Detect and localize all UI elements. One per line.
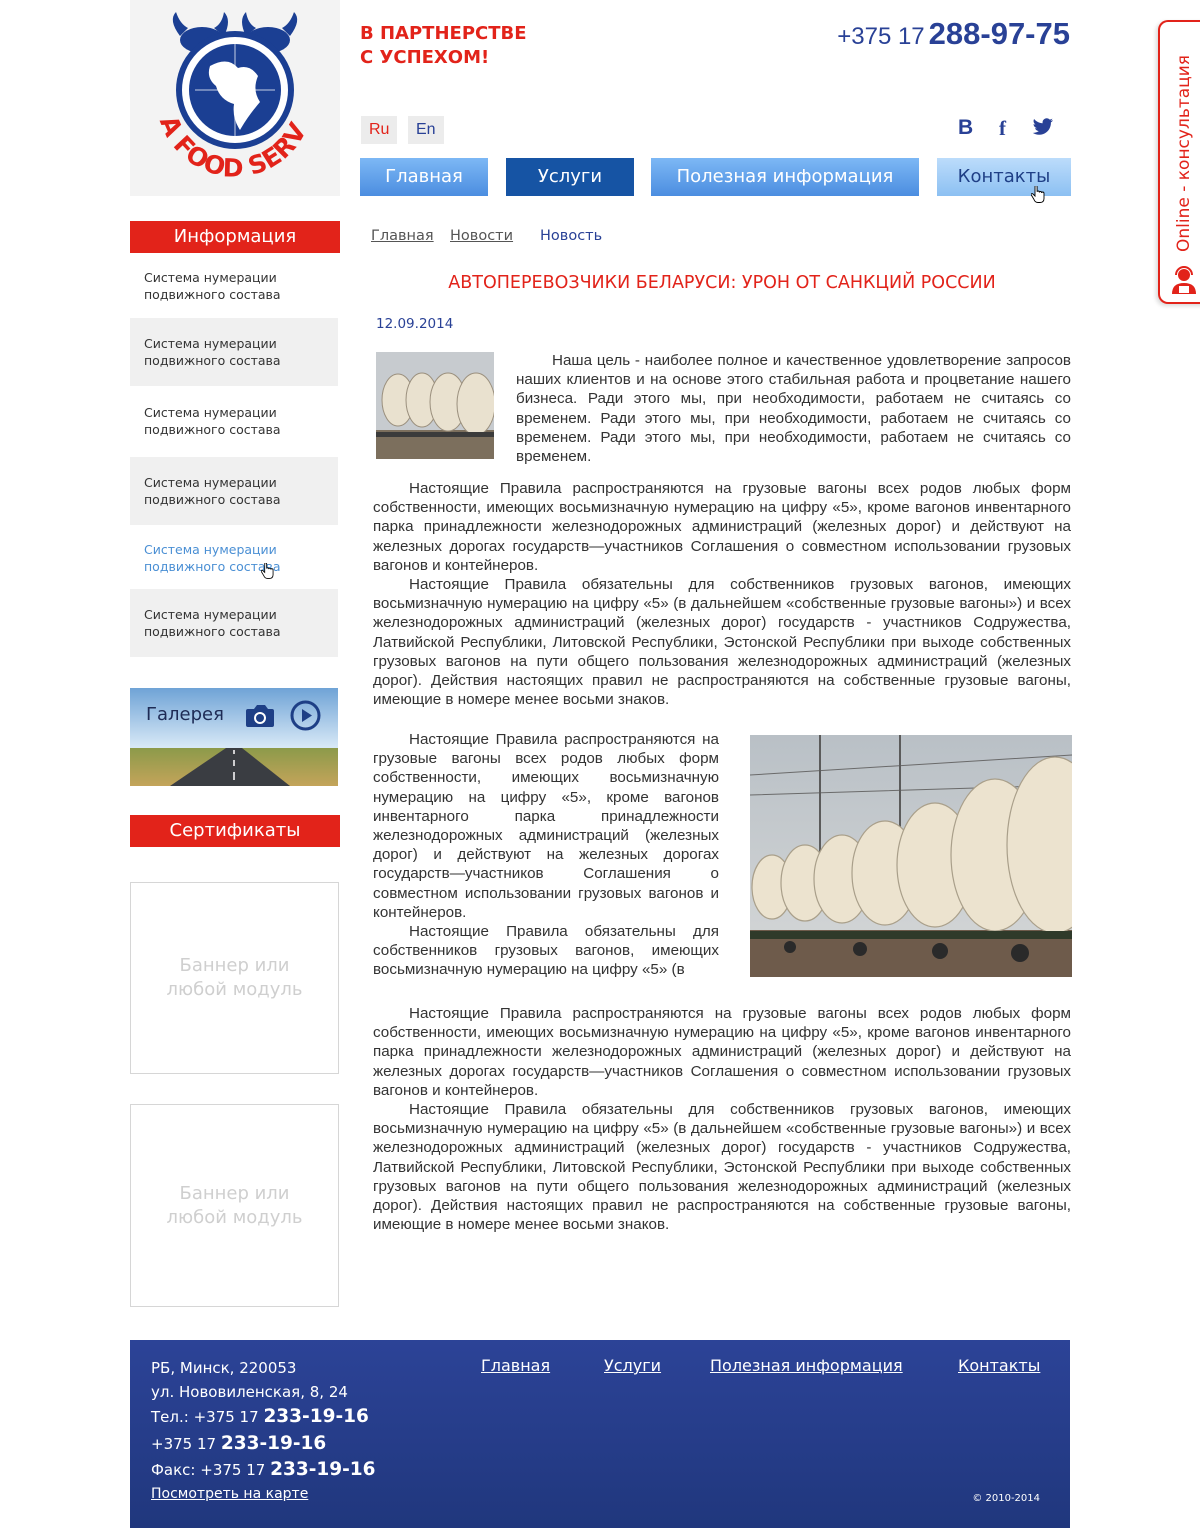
article-date: 12.09.2014 — [376, 316, 454, 332]
footer-nav-contacts[interactable]: Контакты — [958, 1356, 1040, 1375]
breadcrumb-news[interactable]: Новости — [450, 228, 513, 244]
footer-copyright: © 2010-2014 — [972, 1493, 1040, 1504]
footer-fax: Факс: +375 17 233-19-16 — [151, 1459, 376, 1480]
sidebar-item[interactable]: Система нумерации подвижного состава — [130, 589, 338, 657]
article-block-3: Настоящие Правила распространяются на гр… — [373, 1004, 1071, 1234]
certificates-section-title: Сертификаты — [130, 815, 340, 847]
sidebar-item[interactable]: Система нумерации подвижного состава — [130, 318, 338, 386]
footer-tel-number: 233-19-16 — [263, 1406, 369, 1427]
footer-fax-label: Факс: — [151, 1461, 196, 1479]
footer-fax-number: 233-19-16 — [270, 1459, 376, 1480]
article-paragraph: Настоящие Правила обязательны для собств… — [373, 923, 719, 979]
footer-nav-home[interactable]: Главная — [481, 1356, 550, 1375]
sidebar-item-hovered[interactable]: Система нумерации подвижного состава — [130, 528, 338, 588]
footer-tel-label: Тел.: — [151, 1408, 189, 1426]
footer-tel-code: +375 17 — [193, 1408, 259, 1426]
article-paragraph: Настоящие Правила распространяются на гр… — [373, 1005, 1071, 1099]
footer-phone[interactable]: Тел.: +375 17 233-19-16 — [151, 1406, 369, 1427]
facebook-icon[interactable]: f — [999, 116, 1006, 140]
tank-cars-photo-large[interactable] — [750, 735, 1072, 977]
hand-cursor-icon — [261, 563, 274, 579]
footer-tel2-code: +375 17 — [151, 1435, 217, 1453]
hand-cursor-icon — [1031, 186, 1045, 203]
breadcrumb-home[interactable]: Главная — [371, 228, 434, 244]
article-intro: Наша цель - наиболее полное и качественн… — [516, 351, 1071, 466]
footer-fax-code: +375 17 — [200, 1461, 266, 1479]
footer-nav-services[interactable]: Услуги — [604, 1356, 661, 1375]
article-paragraph: Настоящие Правила обязательны для собств… — [373, 1101, 1071, 1234]
sidebar-item[interactable]: Система нумерации подвижного состава — [130, 256, 338, 316]
breadcrumb-current: Новость — [540, 228, 603, 244]
phone-number: 288-97-75 — [928, 16, 1070, 51]
footer-map-link[interactable]: Посмотреть на карте — [151, 1486, 308, 1502]
article-intro-text: Наша цель - наиболее полное и качественн… — [516, 352, 1071, 466]
play-icon[interactable] — [290, 700, 321, 731]
article-block-2: Настоящие Правила распространяются на гр… — [373, 730, 719, 980]
footer: РБ, Минск, 220053 ул. Нововиленская, 8, … — [130, 1340, 1070, 1528]
logo[interactable]: SEA FOOD SERVICE — [130, 0, 340, 196]
banner-placeholder[interactable]: Баннер или любой модуль — [130, 1104, 339, 1307]
article-block-1: Настоящие Правила распространяются на гр… — [373, 479, 1071, 709]
footer-address-line-1: РБ, Минск, 220053 — [151, 1359, 297, 1377]
vk-icon[interactable]: В — [958, 116, 973, 140]
operator-icon — [1172, 266, 1196, 294]
phone-code: +375 17 — [837, 23, 925, 50]
sea-food-service-logo: SEA FOOD SERVICE — [140, 6, 313, 183]
footer-address-line-2: ул. Нововиленская, 8, 24 — [151, 1383, 348, 1401]
article-paragraph: Настоящие Правила распространяются на гр… — [373, 731, 719, 921]
gallery-label: Галерея — [146, 704, 224, 725]
slogan-line-1: В ПАРТНЕРСТВЕ — [360, 23, 527, 44]
info-section-title: Информация — [130, 221, 340, 253]
banner-text: Баннер или любой модуль — [166, 955, 303, 1000]
lang-en-button[interactable]: En — [408, 116, 444, 144]
article-paragraph: Настоящие Правила распространяются на гр… — [373, 480, 1071, 574]
nav-contacts[interactable]: Контакты — [937, 158, 1071, 196]
footer-tel2-number: 233-19-16 — [220, 1433, 327, 1454]
camera-icon[interactable] — [245, 703, 275, 728]
gallery-block[interactable]: Галерея — [130, 688, 338, 786]
footer-phone-2[interactable]: +375 17 233-19-16 — [151, 1433, 326, 1454]
slogan: В ПАРТНЕРСТВЕ С УСПЕХОМ! — [360, 22, 620, 70]
nav-services[interactable]: Услуги — [506, 158, 634, 196]
lang-ru-button[interactable]: Ru — [361, 116, 398, 144]
banner-text: Баннер или любой модуль — [166, 1182, 303, 1228]
article-title: АВТОПЕРЕВОЗЧИКИ БЕЛАРУСИ: УРОН ОТ САНКЦИ… — [448, 273, 996, 293]
tank-cars-photo-small[interactable] — [376, 352, 494, 459]
online-consultation-tab[interactable]: Online - консультация — [1158, 20, 1200, 304]
nav-home[interactable]: Главная — [360, 158, 488, 196]
footer-nav-useful-info[interactable]: Полезная информация — [710, 1356, 903, 1375]
banner-placeholder[interactable]: Баннер или любой модуль — [130, 882, 339, 1074]
slogan-line-2: С УСПЕХОМ! — [360, 47, 490, 68]
nav-useful-info[interactable]: Полезная информация — [651, 158, 919, 196]
sidebar-item[interactable]: Система нумерации подвижного состава — [130, 457, 338, 525]
sidebar-item[interactable]: Система нумерации подвижного состава — [130, 388, 338, 454]
twitter-icon[interactable] — [1032, 118, 1054, 136]
article-paragraph: Настоящие Правила обязательны для собств… — [373, 576, 1071, 709]
online-consultation-label: Online - консультация — [1174, 54, 1194, 252]
header-phone[interactable]: +375 17 288-97-75 — [837, 16, 1070, 52]
